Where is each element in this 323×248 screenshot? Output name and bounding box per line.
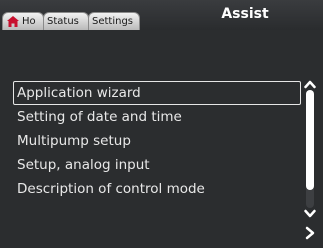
menu-item-multipump-setup[interactable]: Multipump setup	[13, 129, 301, 153]
chevron-up-icon[interactable]	[304, 79, 316, 89]
chevron-right-icon[interactable]	[304, 226, 316, 240]
menu-item-control-mode[interactable]: Description of control mode	[13, 177, 301, 201]
tab-settings[interactable]: Settings	[88, 12, 140, 30]
assist-menu: Application wizard Setting of date and t…	[13, 81, 301, 201]
tab-settings-label: Settings	[92, 16, 134, 27]
menu-item-application-wizard[interactable]: Application wizard	[13, 81, 301, 105]
home-icon	[7, 16, 19, 27]
tab-status[interactable]: Status	[43, 12, 89, 30]
menu-item-date-time[interactable]: Setting of date and time	[13, 105, 301, 129]
tab-status-label: Status	[47, 16, 79, 27]
scrollbar-thumb[interactable]	[306, 90, 314, 190]
tab-home[interactable]: Ho	[2, 12, 44, 30]
menu-item-analog-input[interactable]: Setup, analog input	[13, 153, 301, 177]
tab-bar: Ho Status Settings	[2, 12, 140, 30]
scrollbar-track[interactable]	[306, 90, 314, 208]
tab-home-label: Ho	[22, 16, 36, 27]
page-title: Assist	[221, 6, 269, 22]
header-bar: Ho Status Settings Assist	[0, 0, 323, 30]
chevron-down-icon[interactable]	[304, 209, 316, 219]
menu-scrollbar[interactable]	[304, 79, 316, 219]
